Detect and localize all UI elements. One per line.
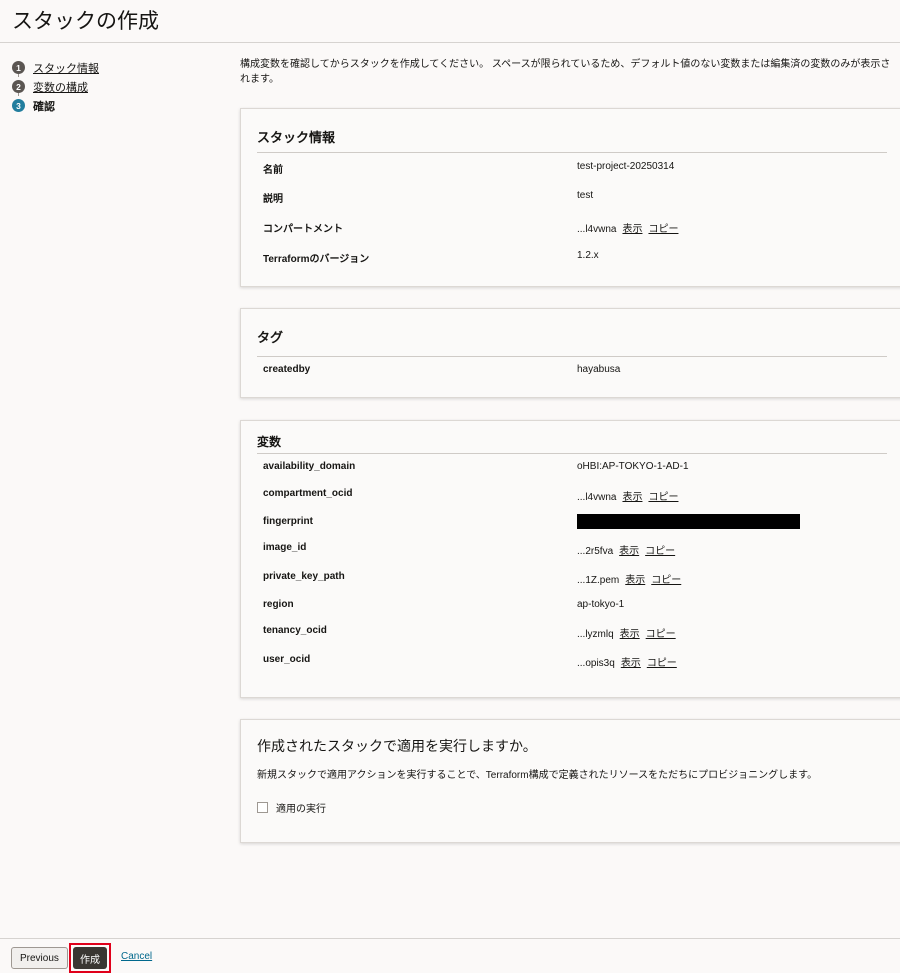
apply-panel: 作成されたスタックで適用を実行しますか。 新規スタックで適用アクションを実行する… <box>240 719 900 843</box>
variables-panel: 変数 availability_domain oHBI:AP-TOKYO-1-A… <box>240 420 900 698</box>
variable-value: ...lyzmlq 表示 コピー <box>577 625 676 640</box>
tag-value: hayabusa <box>577 364 621 375</box>
ocid-truncated: ...lyzmlq <box>577 629 614 640</box>
variable-name: fingerprint <box>263 516 313 527</box>
variable-name: tenancy_ocid <box>263 625 327 636</box>
variable-row: image_id ...2r5fva 表示 コピー <box>263 542 900 558</box>
panel-divider <box>257 453 887 454</box>
cancel-link[interactable]: Cancel <box>121 951 152 962</box>
panel-heading: タグ <box>257 330 284 345</box>
step-label: 確認 <box>33 100 55 113</box>
variable-value: ...l4vwna 表示 コピー <box>577 488 678 503</box>
variable-value: ...opis3q 表示 コピー <box>577 654 677 669</box>
tag-row: createdby hayabusa <box>263 364 900 380</box>
show-link[interactable]: 表示 <box>621 658 641 669</box>
field-value: 1.2.x <box>577 250 599 261</box>
variable-row: region ap-tokyo-1 <box>263 599 900 615</box>
stack-name-row: 名前 test-project-20250314 <box>263 161 900 177</box>
panel-heading: 変数 <box>257 435 282 449</box>
step-configure-variables[interactable]: 2 変数の構成 <box>12 77 99 96</box>
variable-value: ap-tokyo-1 <box>577 599 625 610</box>
copy-link[interactable]: コピー <box>645 546 675 557</box>
page-title: スタックの作成 <box>12 10 159 33</box>
wizard-footer: Previous 作成 Cancel <box>0 938 900 973</box>
variable-value: ...2r5fva 表示 コピー <box>577 542 675 557</box>
create-button-highlight: 作成 <box>69 943 111 973</box>
copy-link[interactable]: コピー <box>646 629 676 640</box>
variable-name: availability_domain <box>263 461 356 472</box>
previous-button[interactable]: Previous <box>11 947 68 969</box>
step-review: 3 確認 <box>12 96 99 115</box>
stack-description-row: 説明 test <box>263 190 900 206</box>
field-label: Terraformのバージョン <box>263 254 370 265</box>
variable-value <box>577 514 800 529</box>
field-label: 名前 <box>263 165 283 176</box>
variable-row: user_ocid ...opis3q 表示 コピー <box>263 654 900 670</box>
step-label[interactable]: 変数の構成 <box>33 79 88 95</box>
step-number: 2 <box>12 80 25 93</box>
copy-link[interactable]: コピー <box>648 492 678 503</box>
ocid-truncated: ...2r5fva <box>577 546 614 557</box>
terraform-version-row: Terraformのバージョン 1.2.x <box>263 250 900 266</box>
run-apply-checkbox[interactable]: 適用の実行 <box>257 800 326 815</box>
redacted-block <box>577 514 800 529</box>
tags-panel: タグ createdby hayabusa <box>240 308 900 398</box>
copy-link[interactable]: コピー <box>651 575 681 586</box>
wizard-steps: 1 スタック情報 2 変数の構成 3 確認 <box>12 58 99 115</box>
compartment-row: コンパートメント ...l4vwna 表示 コピー <box>263 220 900 236</box>
panel-heading: スタック情報 <box>257 130 336 145</box>
field-value: test-project-20250314 <box>577 161 675 172</box>
title-divider <box>0 42 900 43</box>
show-link[interactable]: 表示 <box>622 492 642 503</box>
ocid-truncated: ...opis3q <box>577 658 615 669</box>
tag-key: createdby <box>263 364 311 375</box>
checkbox-label: 適用の実行 <box>276 804 326 815</box>
stack-info-panel: スタック情報 名前 test-project-20250314 説明 test … <box>240 108 900 287</box>
show-link[interactable]: 表示 <box>625 575 645 586</box>
apply-description: 新規スタックで適用アクションを実行することで、Terraform構成で定義された… <box>257 770 818 781</box>
show-link[interactable]: 表示 <box>619 546 639 557</box>
copy-link[interactable]: コピー <box>648 224 678 235</box>
show-link[interactable]: 表示 <box>622 224 642 235</box>
variable-value: ...1Z.pem 表示 コピー <box>577 571 681 586</box>
step-stack-info[interactable]: 1 スタック情報 <box>12 58 99 77</box>
checkbox-box[interactable] <box>257 802 268 813</box>
field-label: 説明 <box>263 194 283 205</box>
show-link[interactable]: 表示 <box>620 629 640 640</box>
step-number: 3 <box>12 99 25 112</box>
step-label[interactable]: スタック情報 <box>33 60 99 76</box>
variable-name: image_id <box>263 542 307 553</box>
variable-name: private_key_path <box>263 571 345 582</box>
panel-divider <box>257 356 887 357</box>
variable-row: tenancy_ocid ...lyzmlq 表示 コピー <box>263 625 900 641</box>
variable-row: compartment_ocid ...l4vwna 表示 コピー <box>263 488 900 504</box>
variable-name: region <box>263 599 294 610</box>
step-number: 1 <box>12 61 25 74</box>
path-truncated: ...1Z.pem <box>577 575 620 586</box>
panel-divider <box>257 152 887 153</box>
variable-row: private_key_path ...1Z.pem 表示 コピー <box>263 571 900 587</box>
variable-row: availability_domain oHBI:AP-TOKYO-1-AD-1 <box>263 461 900 477</box>
field-value: test <box>577 190 594 201</box>
create-button[interactable]: 作成 <box>73 947 107 969</box>
field-label: コンパートメント <box>263 224 343 235</box>
variable-row: fingerprint <box>263 514 900 532</box>
copy-link[interactable]: コピー <box>647 658 677 669</box>
ocid-truncated: ...l4vwna <box>577 224 617 235</box>
intro-text: 構成変数を確認してからスタックを作成してください。 スペースが限られているため、… <box>240 59 891 85</box>
variable-name: user_ocid <box>263 654 311 665</box>
apply-question: 作成されたスタックで適用を実行しますか。 <box>257 738 537 754</box>
variable-value: oHBI:AP-TOKYO-1-AD-1 <box>577 461 689 472</box>
ocid-truncated: ...l4vwna <box>577 492 617 503</box>
field-value: ...l4vwna 表示 コピー <box>577 220 678 235</box>
variable-name: compartment_ocid <box>263 488 353 499</box>
